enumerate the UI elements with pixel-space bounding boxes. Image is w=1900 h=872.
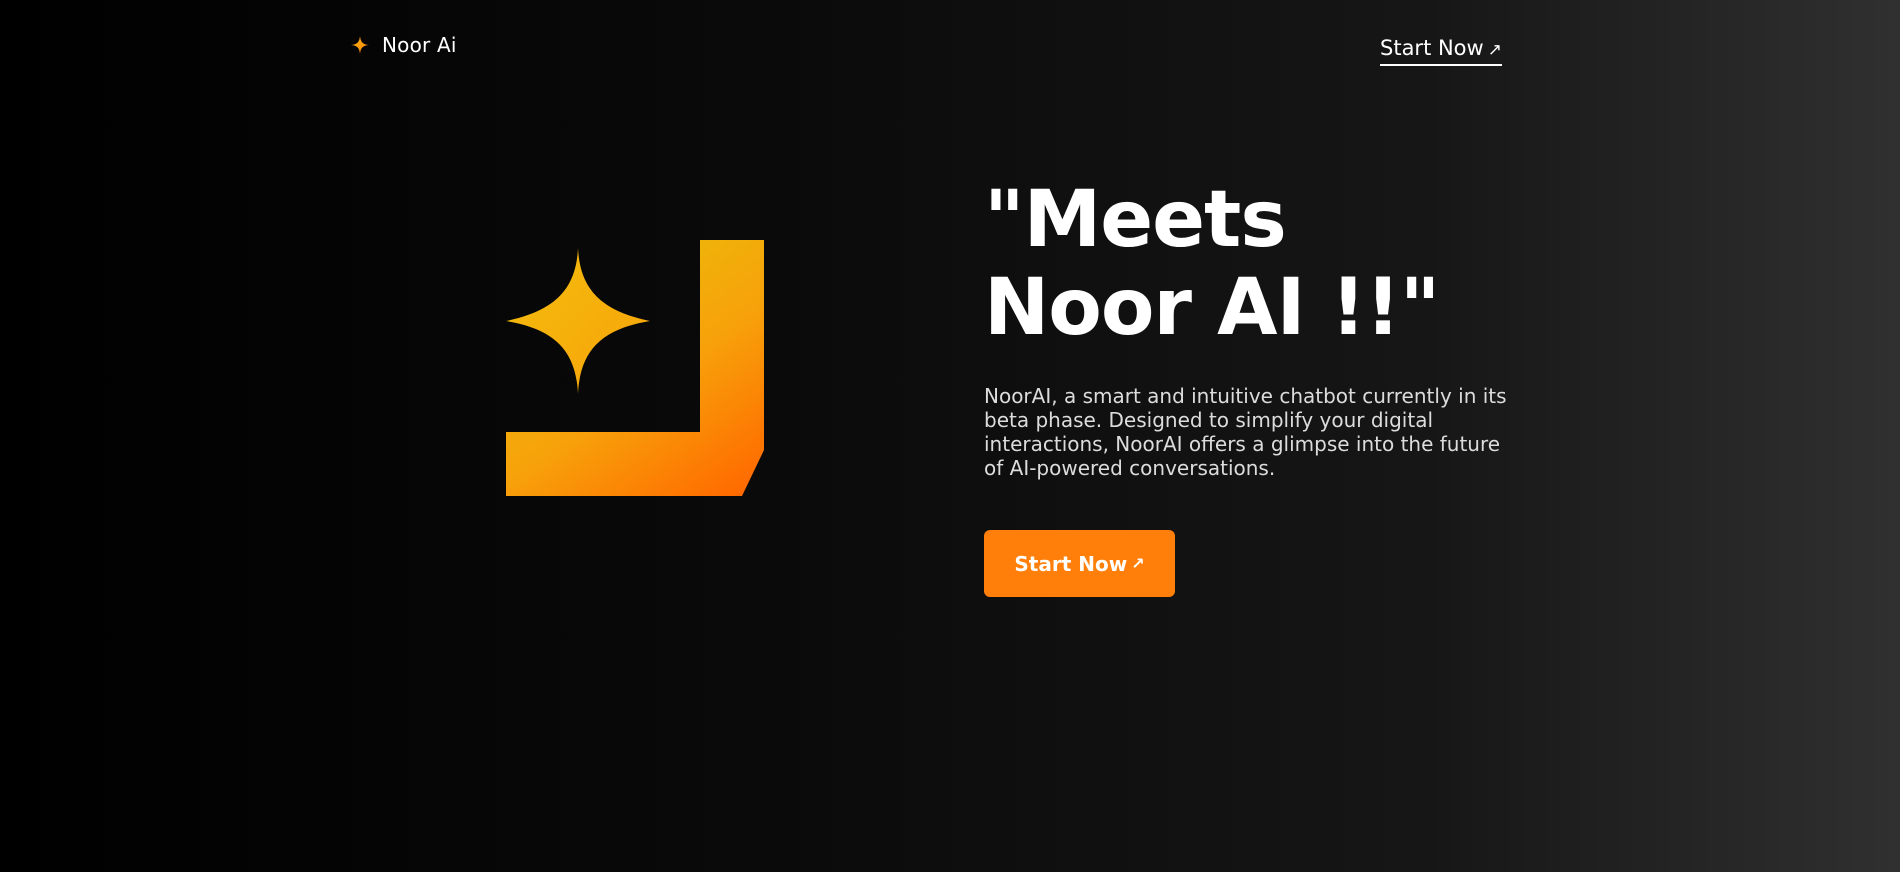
arrow-up-right-icon: ↗ [1487,39,1502,59]
headline-line-1: "Meets [984,175,1287,265]
hero-description: NoorAI, a smart and intuitive chatbot cu… [984,384,1507,480]
arrow-up-right-icon: ↗ [1131,554,1145,573]
start-now-button-label: Start Now [1014,551,1128,576]
hero-headline: "Meets Noor AI !!" [984,176,1524,352]
nav-start-now-link[interactable]: Start Now ↗ [1380,36,1502,66]
sparkle-icon [351,36,369,54]
sparkle-corner-logo [506,240,764,496]
headline-line-2: Noor AI !!" [984,263,1440,353]
brand-name: Noor Ai [382,33,457,57]
hero-text: "Meets Noor AI !!" NoorAI, a smart and i… [984,176,1524,597]
brand[interactable]: Noor Ai [350,33,457,57]
nav-start-now-label: Start Now [1380,36,1484,60]
start-now-button[interactable]: Start Now ↗ [984,530,1175,597]
top-navigation: Noor Ai Start Now ↗ [0,0,1900,100]
